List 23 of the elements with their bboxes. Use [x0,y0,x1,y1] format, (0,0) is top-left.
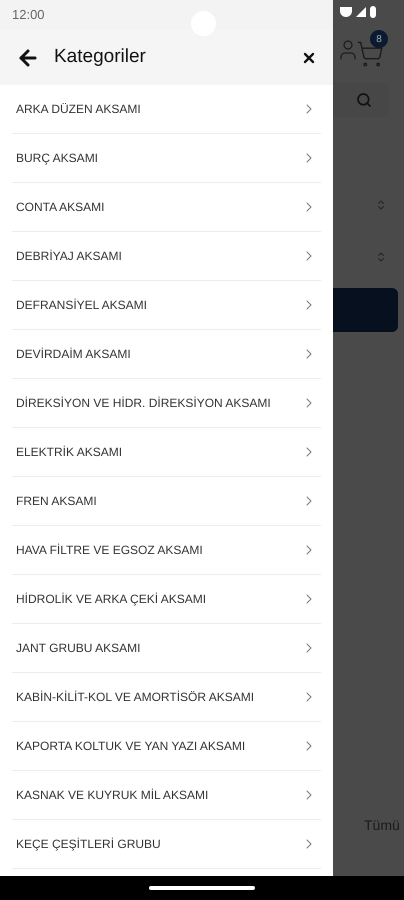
drawer-title: Kategoriler [54,45,147,70]
category-item[interactable]: FREN AKSAMI [12,477,321,526]
category-item[interactable]: KAPORTA KOLTUK VE YAN YAZI AKSAMI [12,722,321,771]
category-item[interactable]: DEVİRDAİM AKSAMI [12,330,321,379]
category-item[interactable]: CONTA AKSAMI [12,183,321,232]
category-item[interactable]: DEBRİYAJ AKSAMI [12,232,321,281]
cart-count-badge: 8 [370,30,388,48]
category-item[interactable]: HİDROLİK VE ARKA ÇEKİ AKSAMI [12,575,321,624]
category-item[interactable]: DİREKSİYON VE HİDR. DİREKSİYON AKSAMI [12,379,321,428]
category-item[interactable]: JANT GRUBU AKSAMI [12,624,321,673]
category-item[interactable]: HAVA FİLTRE VE EGSOZ AKSAMI [12,526,321,575]
status-icons [340,6,376,18]
category-item[interactable]: KABİN-KİLİT-KOL VE AMORTİSÖR AKSAMI [12,673,321,722]
status-time: 12:00 [12,6,45,24]
category-item[interactable]: DEFRANSİYEL AKSAMI [12,281,321,330]
search-icon [356,92,372,108]
category-item[interactable]: ELEKTRİK AKSAMI [12,428,321,477]
category-item[interactable]: BURÇ AKSAMI [12,134,321,183]
sort-icon[interactable] [375,199,387,211]
category-item[interactable]: ARKA DÜZEN AKSAMI [12,85,321,134]
category-item[interactable]: KASNAK VE KUYRUK MİL AKSAMI [12,771,321,820]
category-item[interactable]: KEÇE ÇEŞİTLERİ GRUBU [12,820,321,869]
sort-icon[interactable] [375,251,387,263]
